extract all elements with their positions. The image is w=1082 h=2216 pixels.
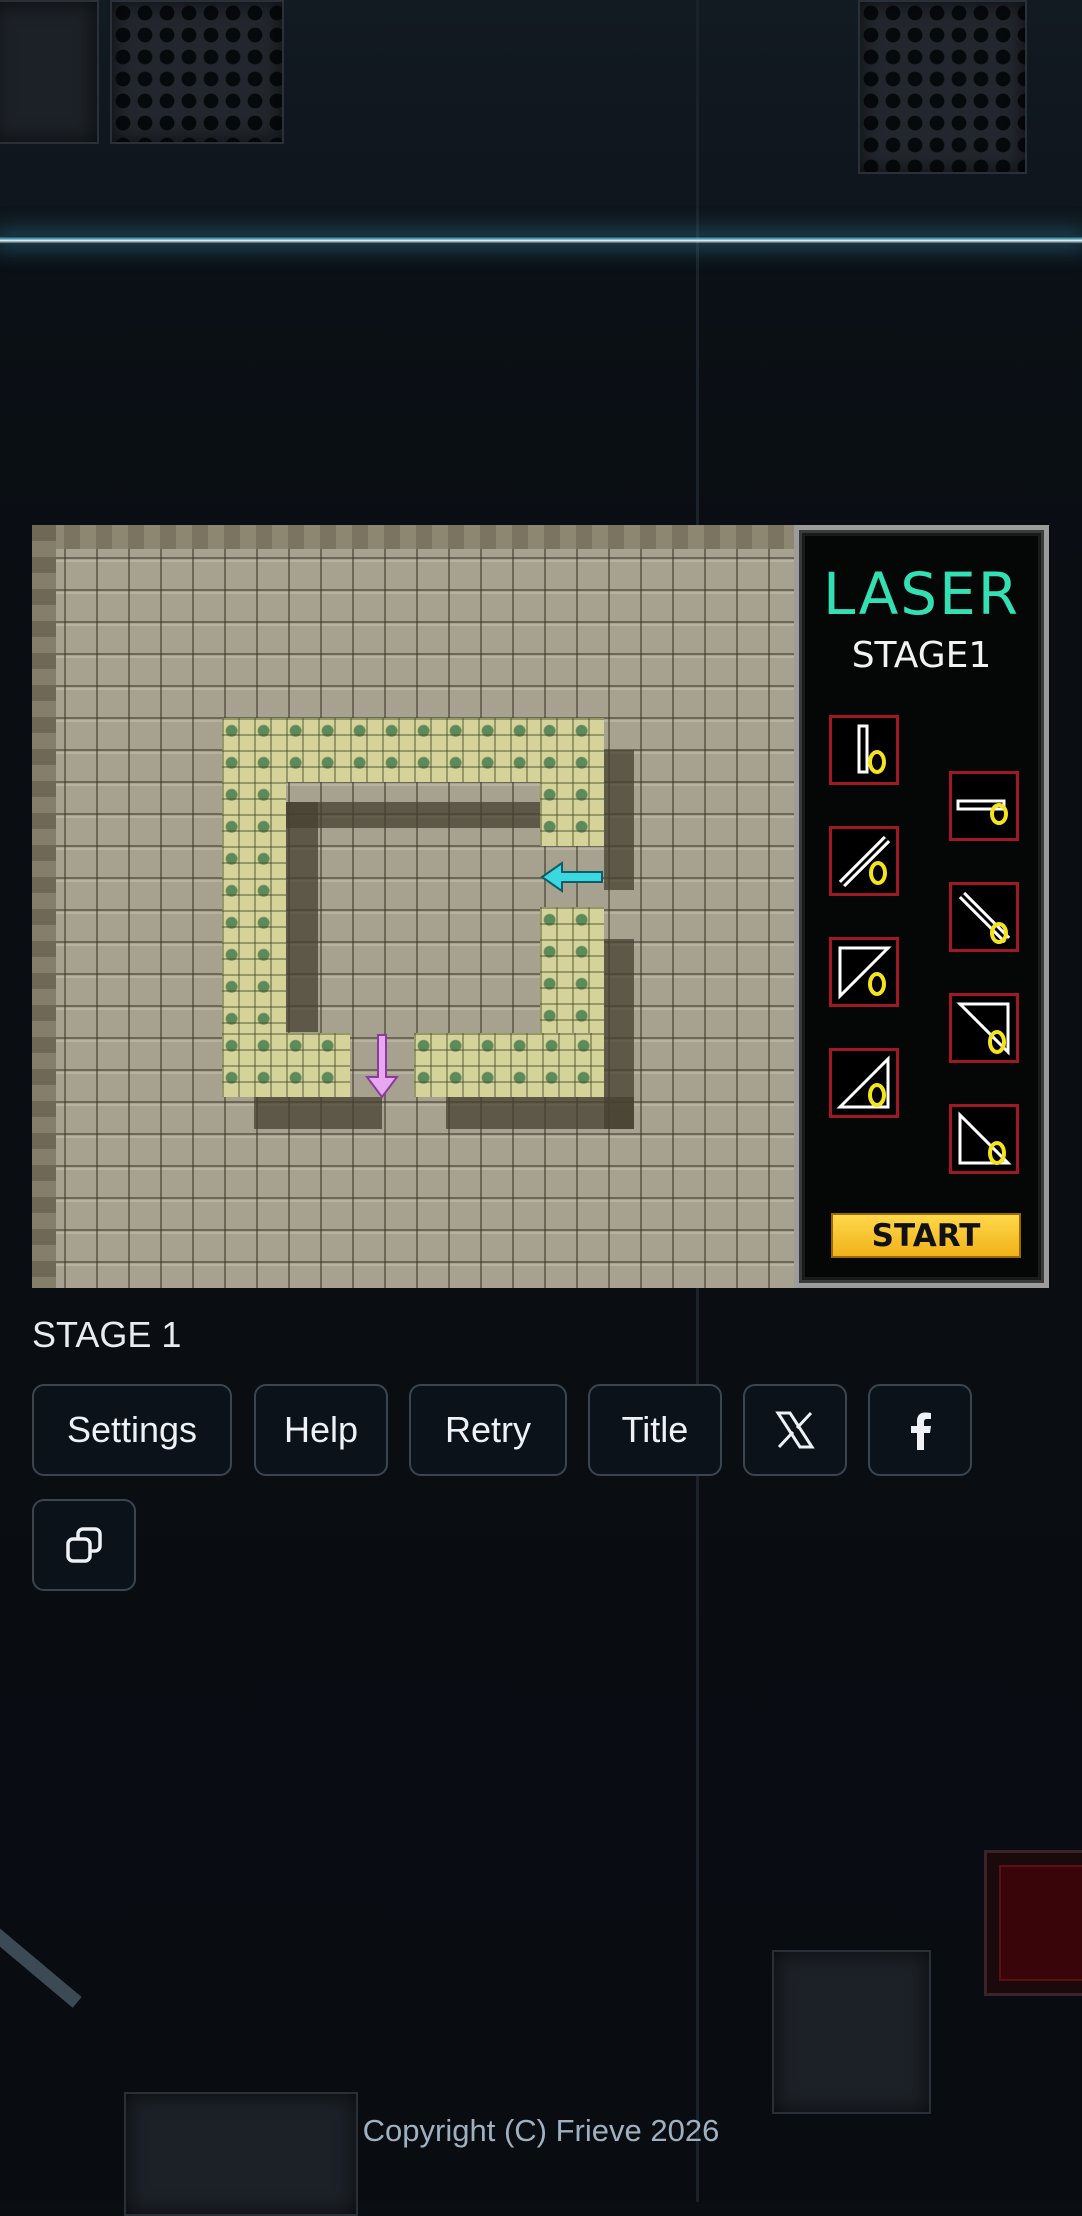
background-laser-beam [0,236,1082,244]
copyright-footer: Copyright (C) Frieve 2026 [362,2113,720,2148]
background-block [110,0,284,144]
background-block [0,0,99,144]
share-x-button[interactable] [743,1384,847,1476]
background-red-panel [984,1850,1082,1996]
wall-bottom-left [222,1033,350,1097]
facebook-icon [911,1412,931,1450]
wall-shadow [286,802,576,828]
background-block [772,1950,931,2114]
wall-shadow [604,750,634,890]
wall-shadow [286,802,318,1032]
retry-button[interactable]: Retry [409,1384,567,1476]
background-block [124,2092,358,2216]
copy-button[interactable] [32,1499,136,1591]
wall-right-upper [540,718,604,846]
piece-vertical-mirror[interactable] [829,715,899,785]
piece-backslash-mirror[interactable] [949,882,1019,952]
wall-shadow [446,1097,634,1129]
settings-button[interactable]: Settings [32,1384,232,1476]
wall-bottom-right [414,1033,604,1097]
x-logo-icon [775,1411,815,1449]
game-logo: LASER [822,560,1021,628]
background-block [858,0,1027,174]
piece-corner-prism[interactable] [829,937,899,1007]
laser-emitter-arrow-icon [540,861,603,893]
laser-target-arrow-icon [365,1034,399,1099]
panel-stage-label: STAGE1 [851,635,992,676]
stage-indicator: STAGE 1 [32,1314,182,1355]
piece-corner-prism-right[interactable] [949,993,1019,1063]
board-border [32,525,56,1288]
copy-icon [66,1527,102,1563]
piece-horizontal-mirror[interactable] [949,771,1019,841]
piece-diagonal-mirror[interactable] [829,826,899,896]
piece-triangle-prism-left[interactable] [949,1104,1019,1174]
board-border [32,525,794,549]
title-button[interactable]: Title [588,1384,722,1476]
wall-shadow [254,1097,382,1129]
share-facebook-button[interactable] [868,1384,972,1476]
piece-triangle-prism[interactable] [829,1048,899,1118]
side-panel: LASER STAGE1 START [794,525,1049,1288]
help-button[interactable]: Help [254,1384,388,1476]
game-area: LASER STAGE1 START [32,525,1049,1288]
game-board[interactable] [32,525,794,1288]
start-button[interactable]: START [831,1213,1021,1258]
